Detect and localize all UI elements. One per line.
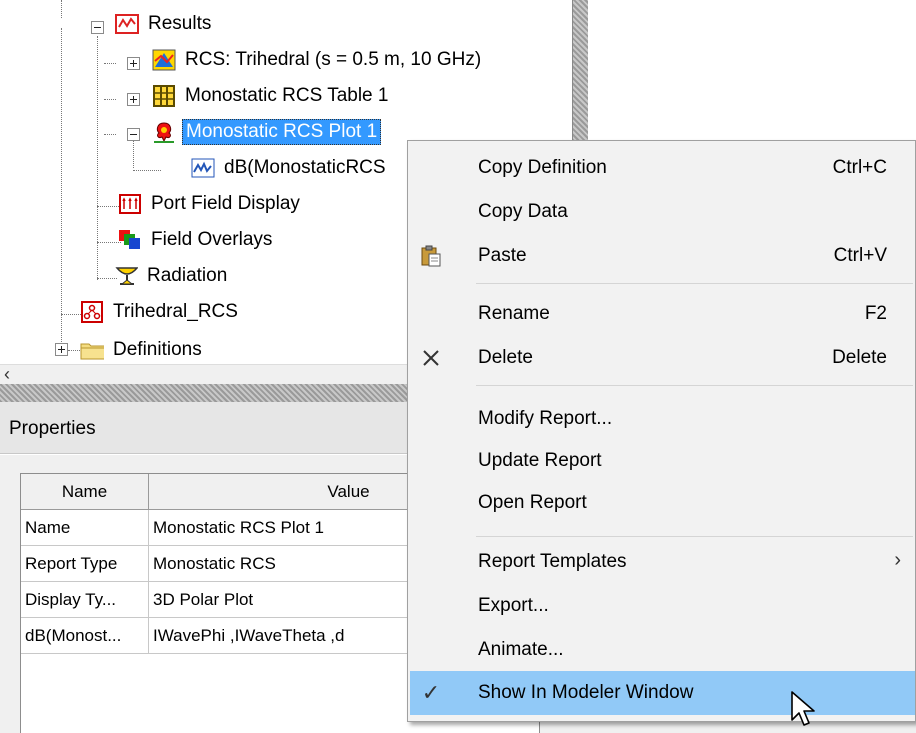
radiation-icon [114,265,138,287]
menu-item-label: Delete [478,347,533,368]
results-icon [115,13,139,35]
expand-rcs-plot-toggle[interactable] [127,57,140,70]
tree-item-label: Definitions [113,339,202,360]
tree-item-db-trace[interactable]: dB(MonostaticRCS [191,153,389,183]
menu-item-show-in-modeler-window[interactable]: ✓ Show In Modeler Window [410,671,915,715]
design-icon [80,301,104,323]
tree-item-rcs-plot[interactable]: RCS: Trihedral (s = 0.5 m, 10 GHz) [152,45,484,75]
tree-item-label: Radiation [147,265,228,286]
menu-item-copy-definition[interactable]: Copy Definition Ctrl+C [410,146,915,190]
tree-item-trihedral-rcs[interactable]: Trihedral_RCS [80,297,241,327]
collapse-plot-toggle[interactable] [127,128,140,141]
tree-guide [133,140,134,168]
submenu-arrow-icon: › [894,549,901,571]
menu-item-shortcut: Ctrl+C [832,157,887,178]
tree-item-label: Monostatic RCS Table 1 [185,85,389,106]
menu-item-shortcut: Delete [832,347,887,368]
menu-item-label: Report Templates [478,551,627,572]
tree-item-label: Port Field Display [151,193,300,214]
tree-item-label: Field Overlays [151,229,273,250]
menu-item-label: Rename [478,303,550,324]
menu-separator [476,385,913,386]
field-overlays-icon [118,229,142,251]
tree-item-port-field-display[interactable]: Port Field Display [118,189,303,219]
tree-item-rcs-table[interactable]: Monostatic RCS Table 1 [152,81,391,111]
tree-guide [104,63,116,64]
menu-separator [476,536,913,537]
menu-item-label: Open Report [478,492,587,513]
delete-x-icon [414,342,448,374]
paste-icon [414,240,448,272]
tree-item-label: dB(MonostaticRCS [224,157,386,178]
menu-item-report-templates[interactable]: Report Templates › [410,540,915,584]
tree-guide [133,170,161,171]
property-name-cell[interactable]: dB(Monost... [21,618,149,654]
checkmark-icon: ✓ [421,680,441,705]
mouse-cursor-icon [791,691,815,726]
menu-item-label: Export... [478,595,549,616]
scroll-left-icon[interactable]: ‹ [4,364,10,385]
port-field-icon [118,193,142,215]
menu-item-open-report[interactable]: Open Report [410,481,915,525]
tree-item-label: Results [148,13,212,34]
rcs-plot-icon [152,49,176,71]
menu-item-label: Paste [478,245,527,266]
menu-item-shortcut: F2 [864,303,887,324]
tree-item-label: Trihedral_RCS [113,301,238,322]
menu-item-label: Modify Report... [478,408,613,429]
trace-icon [191,157,215,179]
collapse-results-toggle[interactable] [91,21,104,34]
properties-title: Properties [9,418,96,439]
menu-item-label: Copy Definition [478,157,607,178]
tree-item-label-selected: Monostatic RCS Plot 1 [182,119,382,145]
menu-item-label: Show In Modeler Window [478,682,694,703]
tree-guide [61,0,62,18]
menu-item-modify-report[interactable]: Modify Report... [410,397,915,441]
menu-item-label: Animate... [478,639,564,660]
tree-guide [104,99,116,100]
column-header-name[interactable]: Name [21,474,149,510]
tree-guide [97,36,98,280]
menu-item-update-report[interactable]: Update Report [410,439,915,483]
tree-guide [104,134,116,135]
tree-item-results[interactable]: Results [115,9,214,39]
tree-item-field-overlays[interactable]: Field Overlays [118,225,275,255]
tree-item-label: RCS: Trihedral (s = 0.5 m, 10 GHz) [185,49,482,70]
menu-item-delete[interactable]: Delete Delete [410,336,915,380]
table-icon [152,85,176,107]
tree-item-radiation[interactable]: Radiation [114,261,230,291]
property-name-cell[interactable]: Display Ty... [21,582,149,618]
polar-plot-icon [152,121,176,143]
property-name-cell[interactable]: Report Type [21,546,149,582]
menu-item-shortcut: Ctrl+V [833,245,887,266]
property-name-cell[interactable]: Name [21,510,149,546]
menu-item-copy-data[interactable]: Copy Data [410,190,915,234]
tree-item-definitions[interactable]: Definitions [80,335,205,364]
menu-item-label: Copy Data [478,201,568,222]
tree-guide [61,28,62,348]
expand-table-toggle[interactable] [127,93,140,106]
menu-item-rename[interactable]: Rename F2 [410,292,915,336]
menu-item-paste[interactable]: Paste Ctrl+V [410,234,915,278]
menu-separator [476,283,913,284]
menu-item-export[interactable]: Export... [410,584,915,628]
menu-item-label: Update Report [478,450,602,471]
tree-item-rcs-plot-1[interactable]: Monostatic RCS Plot 1 [152,117,382,147]
expand-definitions-toggle[interactable] [55,343,68,356]
context-menu: Copy Definition Ctrl+C Copy Data Paste C… [407,140,916,722]
menu-item-animate[interactable]: Animate... [410,628,915,672]
folder-icon [80,339,104,361]
